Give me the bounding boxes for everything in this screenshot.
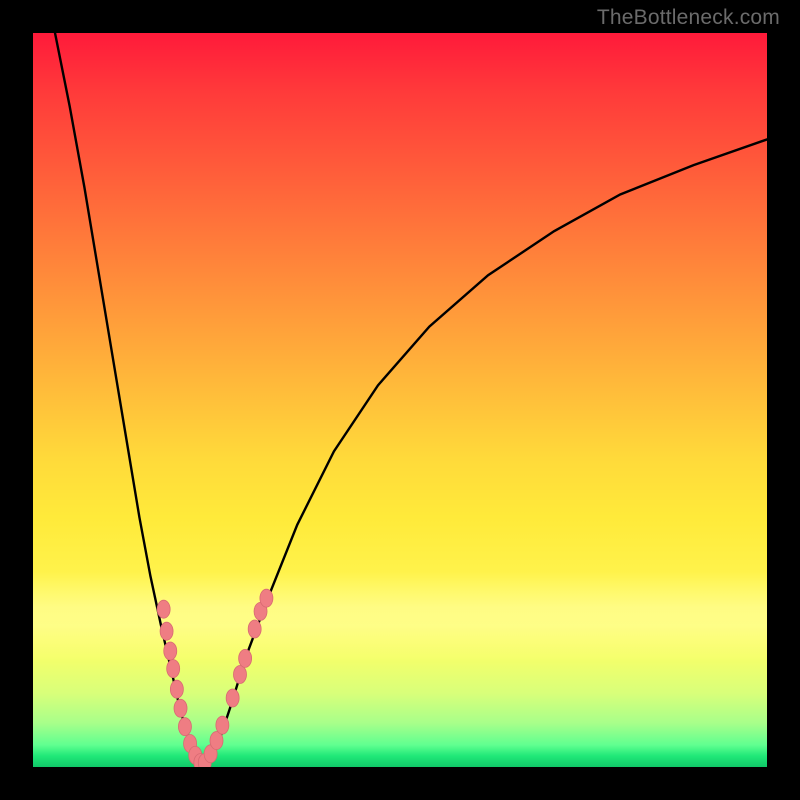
data-marker bbox=[233, 666, 246, 684]
v-curve-path bbox=[55, 33, 767, 766]
data-marker bbox=[157, 600, 170, 618]
data-marker bbox=[174, 699, 187, 717]
curve-markers bbox=[157, 589, 273, 767]
data-marker bbox=[178, 718, 191, 736]
data-marker bbox=[164, 642, 177, 660]
watermark-text: TheBottleneck.com bbox=[597, 6, 780, 30]
curve-layer bbox=[33, 33, 767, 767]
data-marker bbox=[167, 660, 180, 678]
data-marker bbox=[260, 589, 273, 607]
data-marker bbox=[160, 622, 173, 640]
data-marker bbox=[248, 620, 261, 638]
data-marker bbox=[226, 689, 239, 707]
data-marker bbox=[216, 716, 229, 734]
plot-area bbox=[33, 33, 767, 767]
data-marker bbox=[239, 649, 252, 667]
data-marker bbox=[170, 680, 183, 698]
chart-frame: TheBottleneck.com bbox=[0, 0, 800, 800]
